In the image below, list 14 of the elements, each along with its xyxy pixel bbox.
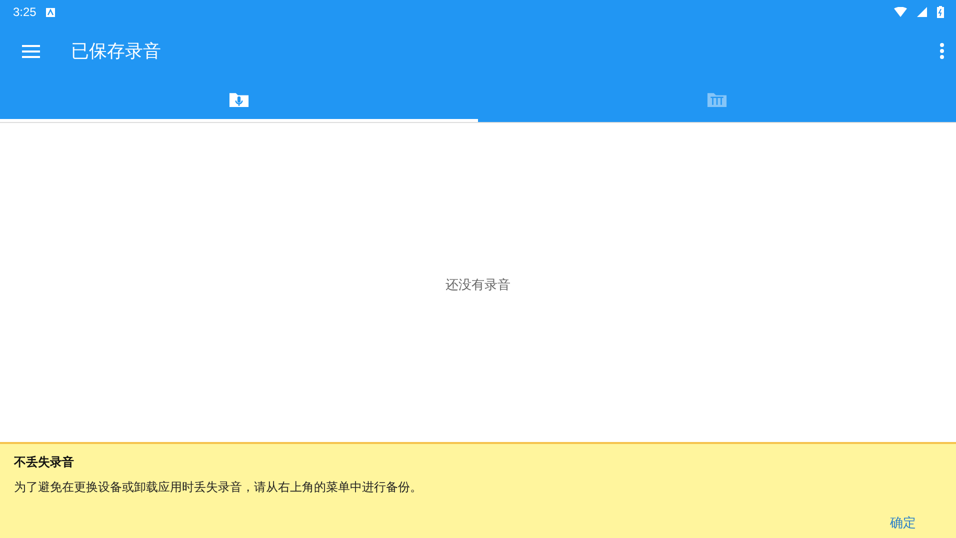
signal-icon [917, 7, 927, 17]
notification-icon [46, 8, 56, 16]
wifi-icon [894, 7, 907, 17]
empty-message: 还没有录音 [446, 277, 510, 294]
more-options-button[interactable] [940, 43, 944, 59]
menu-icon [22, 44, 40, 58]
banner-message: 为了避免在更换设备或卸载应用时丢失录音，请从右上角的菜单中进行备份。 [14, 479, 423, 496]
toolbar-title: 已保存录音 [71, 40, 161, 63]
confirm-button[interactable]: 确定 [882, 510, 942, 536]
banner-title: 不丢失录音 [14, 454, 75, 471]
menu-button[interactable] [22, 44, 40, 58]
more-vertical-icon [940, 43, 944, 59]
status-time: 3:25 [13, 5, 36, 19]
battery-icon [937, 6, 944, 18]
